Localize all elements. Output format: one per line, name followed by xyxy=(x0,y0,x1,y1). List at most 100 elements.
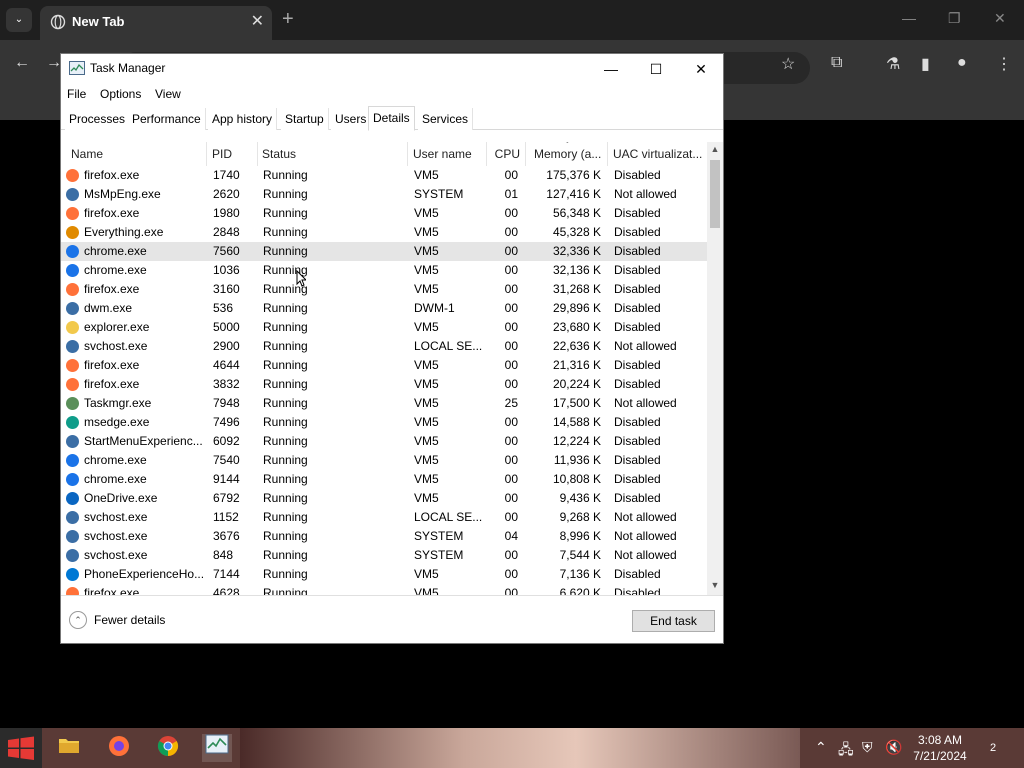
table-row[interactable]: MsMpEng.exe 2620 Running SYSTEM 01 127,416 K N… xyxy=(61,185,707,204)
menu-options[interactable]: Options xyxy=(100,87,141,101)
star-icon[interactable]: ☆ xyxy=(781,54,795,74)
restore-browser-button[interactable]: ❐ xyxy=(948,10,961,27)
table-row[interactable]: firefox.exe 3160 Running VM5 00 31,268 K Disab… xyxy=(61,280,707,299)
column-name[interactable]: Name xyxy=(67,142,207,166)
tab-processes[interactable]: Processes xyxy=(65,108,131,130)
menu-view[interactable]: View xyxy=(155,87,181,101)
table-row[interactable]: firefox.exe 3832 Running VM5 00 20,224 K Disab… xyxy=(61,375,707,394)
process-name: firefox.exe xyxy=(84,358,140,372)
tab-services[interactable]: Services xyxy=(418,108,474,130)
minimize-browser-button[interactable]: — xyxy=(902,10,916,26)
tab-performance[interactable]: Performance xyxy=(128,108,206,130)
table-row[interactable]: StartMenuExperienc... 6092 Running VM5 00 12,… xyxy=(61,432,707,451)
process-status: Running xyxy=(263,396,308,410)
process-pid: 2620 xyxy=(213,187,240,201)
column-user-name[interactable]: User name xyxy=(409,142,487,166)
process-pid: 3160 xyxy=(213,282,240,296)
process-status: Running xyxy=(263,225,308,239)
tab-app-history[interactable]: App history xyxy=(208,108,278,130)
table-row[interactable]: chrome.exe 9144 Running VM5 00 10,808 K Disabl… xyxy=(61,470,707,489)
column-cpu[interactable]: CPU xyxy=(488,142,526,166)
network-icon[interactable]: 🖧 xyxy=(838,739,854,768)
process-uac: Disabled xyxy=(614,586,661,596)
minimize-button[interactable]: — xyxy=(589,58,633,80)
process-pid: 3676 xyxy=(213,529,240,543)
chrome-taskbar-icon[interactable] xyxy=(153,734,183,762)
table-row[interactable]: firefox.exe 4628 Running VM5 00 6,620 K Disabl… xyxy=(61,584,707,596)
table-row[interactable]: PhoneExperienceHo... 7144 Running VM5 00 7,13… xyxy=(61,565,707,584)
process-uac: Not allowed xyxy=(614,510,677,524)
process-status: Running xyxy=(263,415,308,429)
close-tab-icon[interactable]: ✕ xyxy=(251,11,264,31)
chevron-up-icon[interactable]: ⌃ xyxy=(69,611,87,629)
table-row[interactable]: chrome.exe 7560 Running VM5 00 32,336 K Disabl… xyxy=(61,242,707,261)
start-button[interactable] xyxy=(0,728,42,768)
table-row[interactable]: Taskmgr.exe 7948 Running VM5 25 17,500 K Not a… xyxy=(61,394,707,413)
process-memory: 22,636 K xyxy=(552,339,601,353)
process-user: VM5 xyxy=(414,453,439,467)
table-row[interactable]: Everything.exe 2848 Running VM5 00 45,328 K Di… xyxy=(61,223,707,242)
column-pid[interactable]: PID xyxy=(208,142,258,166)
table-row[interactable]: firefox.exe 1980 Running VM5 00 56,348 K Disab… xyxy=(61,204,707,223)
side-panel-icon[interactable]: ▮ xyxy=(921,54,930,74)
profile-icon[interactable]: ● xyxy=(957,54,967,72)
tab-startup[interactable]: Startup xyxy=(281,108,329,130)
labs-icon[interactable]: ⚗ xyxy=(886,54,900,74)
show-hidden-icons-icon[interactable]: ⌃ xyxy=(815,739,827,768)
tab-users[interactable]: Users xyxy=(331,108,372,130)
volume-muted-icon[interactable]: 🔇 xyxy=(885,739,902,768)
table-row[interactable]: dwm.exe 536 Running DWM-1 00 29,896 K Disabled xyxy=(61,299,707,318)
extensions-icon[interactable]: ⧉ xyxy=(831,54,842,72)
firefox-icon xyxy=(66,378,79,391)
firefox-taskbar-icon[interactable] xyxy=(104,734,134,762)
table-row[interactable]: firefox.exe 1740 Running VM5 00 175,376 K Disa… xyxy=(61,166,707,185)
process-user: VM5 xyxy=(414,263,439,277)
column-uac[interactable]: UAC virtualizat... xyxy=(609,142,707,166)
firefox-icon xyxy=(66,207,79,220)
table-row[interactable]: explorer.exe 5000 Running VM5 00 23,680 K Disa… xyxy=(61,318,707,337)
process-pid: 7948 xyxy=(213,396,240,410)
vertical-scrollbar[interactable]: ▲ ▼ xyxy=(707,142,723,595)
close-button[interactable]: ✕ xyxy=(679,58,723,80)
scroll-up-icon[interactable]: ▲ xyxy=(707,144,723,158)
table-row[interactable]: msedge.exe 7496 Running VM5 00 14,588 K Disabl… xyxy=(61,413,707,432)
process-cpu: 00 xyxy=(504,377,518,391)
process-status: Running xyxy=(263,263,308,277)
table-row[interactable]: svchost.exe 2900 Running LOCAL SE... 00 22,63… xyxy=(61,337,707,356)
process-memory: 14,588 K xyxy=(552,415,601,429)
back-icon[interactable]: ← xyxy=(14,54,30,72)
table-row[interactable]: firefox.exe 4644 Running VM5 00 21,316 K Disab… xyxy=(61,356,707,375)
title-bar[interactable]: Task Manager — ☐ ✕ xyxy=(61,54,723,83)
fewer-details-link[interactable]: Fewer details xyxy=(94,613,165,627)
menu-file[interactable]: File xyxy=(67,87,86,101)
new-tab-button[interactable]: + xyxy=(282,8,294,31)
column-status[interactable]: Status xyxy=(258,142,408,166)
process-name: msedge.exe xyxy=(84,415,150,429)
scrollbar-thumb[interactable] xyxy=(710,160,720,228)
maximize-button[interactable]: ☐ xyxy=(634,58,678,80)
table-row[interactable]: svchost.exe 848 Running SYSTEM 00 7,544 K Not … xyxy=(61,546,707,565)
end-task-button[interactable]: End task xyxy=(632,610,715,632)
table-row[interactable]: chrome.exe 7540 Running VM5 00 11,936 K Disabl… xyxy=(61,451,707,470)
process-cpu: 00 xyxy=(504,282,518,296)
table-row[interactable]: svchost.exe 3676 Running SYSTEM 04 8,996 K Not… xyxy=(61,527,707,546)
task-manager-taskbar-icon[interactable] xyxy=(202,734,232,762)
process-pid: 7144 xyxy=(213,567,240,581)
security-warning-icon[interactable]: ⛨ xyxy=(862,739,873,768)
table-row[interactable]: svchost.exe 1152 Running LOCAL SE... 00 9,268… xyxy=(61,508,707,527)
tab-search-button[interactable]: ⌄ xyxy=(6,8,32,32)
process-memory: 21,316 K xyxy=(552,358,601,372)
taskbar: ⌃ 🖧 ⛨ 🔇 3:08 AM 7/21/2024 2 xyxy=(0,728,1024,768)
browser-tab-new-tab[interactable]: New Tab ✕ xyxy=(40,6,272,40)
table-row[interactable]: OneDrive.exe 6792 Running VM5 00 9,436 K Disab… xyxy=(61,489,707,508)
file-explorer-taskbar-icon[interactable] xyxy=(54,734,84,762)
menu-icon[interactable]: ⋮ xyxy=(996,54,1012,74)
clock[interactable]: 3:08 AM 7/21/2024 xyxy=(905,732,975,764)
notification-center-icon[interactable]: 2 xyxy=(982,738,1004,758)
column-memory[interactable]: Memory (a... xyxy=(530,142,608,166)
close-browser-button[interactable]: ✕ xyxy=(994,10,1006,27)
process-uac: Disabled xyxy=(614,472,661,486)
scroll-down-icon[interactable]: ▼ xyxy=(707,580,723,594)
table-row[interactable]: chrome.exe 1036 Running VM5 00 32,136 K Disabl… xyxy=(61,261,707,280)
tab-details[interactable]: Details xyxy=(368,106,415,131)
